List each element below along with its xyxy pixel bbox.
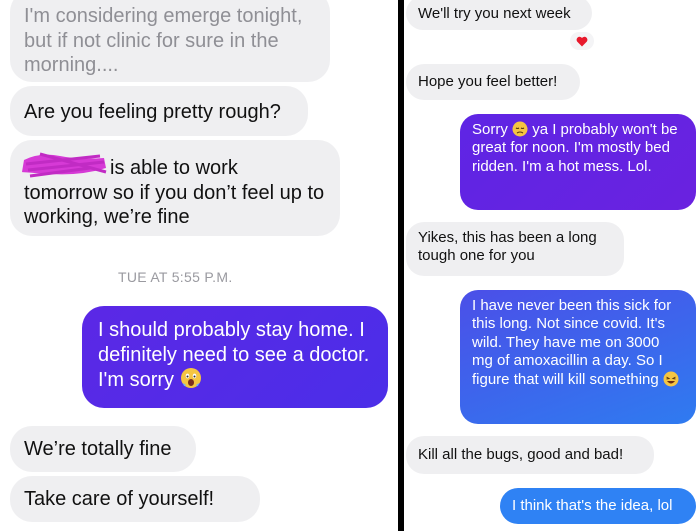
message-bubble-incoming[interactable]: We'll try you next week: [406, 0, 592, 30]
right-conversation-panel: We'll try you next week Hope you feel be…: [404, 0, 700, 531]
message-text: I think that's the idea, lol: [512, 497, 673, 514]
heart-icon: [576, 36, 588, 46]
redaction-scribble-icon: [21, 152, 107, 178]
message-text: We’re totally fine: [24, 438, 172, 460]
message-text: Take care of yourself!: [24, 488, 215, 510]
message-text: Sorry: [472, 121, 508, 138]
message-bubble-incoming[interactable]: Are you feeling pretty rough?: [10, 86, 308, 136]
message-text: I have never been this sick for this lon…: [472, 297, 672, 388]
disappointed-face-emoji-icon: [512, 121, 528, 137]
timestamp: TUE AT 5:55 P.M.: [118, 269, 233, 285]
message-bubble-outgoing[interactable]: I should probably stay home. I definitel…: [82, 306, 388, 408]
message-bubble-incoming[interactable]: Take care of yourself!: [10, 476, 260, 522]
message-bubble-incoming[interactable]: Kill all the bugs, good and bad!: [406, 436, 654, 474]
heart-reaction-icon[interactable]: [570, 32, 594, 50]
fearful-face-emoji-icon: [180, 368, 201, 389]
message-text: Kill all the bugs, good and bad!: [418, 446, 624, 463]
message-bubble-incoming[interactable]: Hope you feel better!: [406, 64, 580, 100]
message-text: Yikes, this has been a long tough one fo…: [418, 229, 597, 265]
message-bubble-incoming[interactable]: I'm considering emerge tonight, but if n…: [10, 0, 330, 82]
message-bubble-outgoing[interactable]: I have never been this sick for this lon…: [460, 290, 696, 424]
message-bubble-incoming[interactable]: Yikes, this has been a long tough one fo…: [406, 222, 624, 276]
message-bubble-outgoing[interactable]: Sorry ya I probably won't be great for n…: [460, 114, 696, 210]
message-bubble-outgoing[interactable]: I think that's the idea, lol: [500, 488, 696, 524]
message-bubble-incoming[interactable]: is able to work tomorrow so if you don’t…: [10, 140, 340, 236]
message-text: We'll try you next week: [418, 5, 571, 22]
message-text: Hope you feel better!: [418, 73, 558, 90]
message-text: Are you feeling pretty rough?: [24, 101, 281, 123]
rolling-laughing-emoji-icon: [663, 371, 679, 387]
message-text: I should probably stay home. I definitel…: [98, 319, 370, 392]
message-text: I'm considering emerge tonight, but if n…: [24, 5, 303, 77]
left-conversation-panel: I'm considering emerge tonight, but if n…: [0, 0, 398, 531]
message-bubble-incoming[interactable]: We’re totally fine: [10, 426, 196, 472]
